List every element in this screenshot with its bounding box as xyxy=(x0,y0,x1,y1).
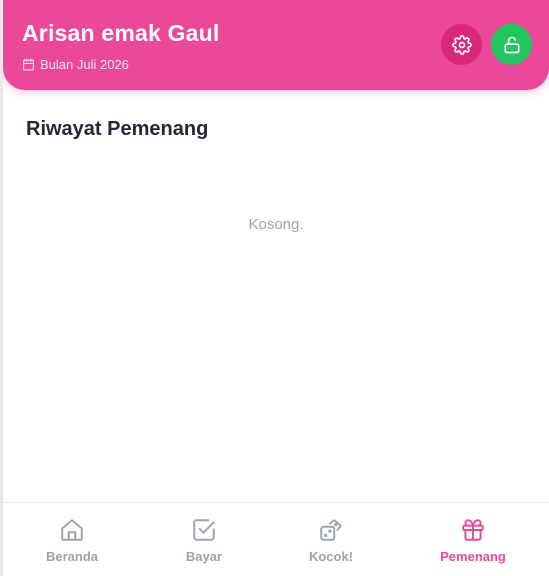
nav-item-bayar[interactable]: Bayar xyxy=(136,503,272,576)
nav-item-beranda[interactable]: Beranda xyxy=(4,503,140,576)
nav-label-pemenang: Pemenang xyxy=(440,549,506,564)
dice-icon xyxy=(320,519,342,541)
gear-icon xyxy=(451,34,472,55)
gift-icon xyxy=(462,519,484,541)
settings-button[interactable] xyxy=(441,24,482,65)
lock-toggle-button[interactable] xyxy=(491,24,532,65)
nav-item-pemenang[interactable]: Pemenang xyxy=(405,503,541,576)
nav-label-beranda: Beranda xyxy=(45,549,99,564)
app-header: Arisan emak Gaul Bulan Juli 2026 xyxy=(3,0,549,90)
check-square-icon xyxy=(193,519,215,541)
nav-item-kocok[interactable]: Kocok! xyxy=(263,503,399,576)
page-title: Riwayat Pemenang xyxy=(26,118,209,140)
group-title: Arisan emak Gaul xyxy=(22,20,220,46)
month-label: Bulan Juli 2026 xyxy=(40,56,129,72)
nav-label-kocok: Kocok! xyxy=(308,549,354,564)
current-month: Bulan Juli 2026 xyxy=(22,56,129,72)
nav-label-bayar: Bayar xyxy=(185,549,223,564)
empty-state-message: Kosong. xyxy=(248,216,304,233)
bottom-navigation: Beranda Bayar Kocok! Pemenang xyxy=(3,502,549,576)
calendar-icon xyxy=(23,58,34,70)
app-screen: Arisan emak Gaul Bulan Juli 2026 Riwayat… xyxy=(3,0,549,576)
unlock-icon xyxy=(504,36,519,53)
home-icon xyxy=(61,519,83,541)
